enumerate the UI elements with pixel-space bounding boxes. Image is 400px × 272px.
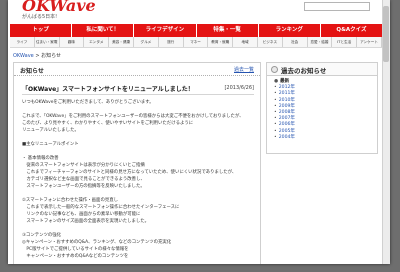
subnav-item[interactable]: ビジネス <box>258 37 283 47</box>
bullet-icon: • <box>274 97 277 103</box>
article-body: いつもOKWaveをご利用いただきまして、ありがとうございます。 これまで、「O… <box>22 99 258 260</box>
subnav-item[interactable]: グルメ <box>134 37 159 47</box>
main-nav: トップ 私に聞いて！ ライフデザイン 特集・一覧 ランキング Q&Aクイズ <box>10 24 382 37</box>
article-line <box>22 148 258 155</box>
bullet-icon: • <box>274 128 277 134</box>
breadcrumb-current: お知らせ <box>41 53 62 59</box>
bullet-icon: • <box>274 110 277 116</box>
subnav-item[interactable]: ライフ <box>10 37 35 47</box>
past-news-header: 過去のお知らせ <box>267 63 377 76</box>
news-section-header: お知らせ 過去一覧 <box>14 63 260 76</box>
site-header: OKWave がんばる5日本! <box>8 0 382 24</box>
breadcrumb: OKWave > お知らせ <box>13 52 61 59</box>
bullet-icon: • <box>274 122 277 128</box>
subnav-item[interactable]: 社会 <box>283 37 308 47</box>
news-panel: お知らせ 過去一覧 「OKWave」スマートフォンサイトをリニューアルしました！… <box>13 62 261 264</box>
subnav-item[interactable]: エンタメ <box>84 37 110 47</box>
past-news-item[interactable]: • 2004年 <box>274 135 377 141</box>
article-line: 従来のスマートフォンサイトは表示が分かりにくいとご指摘 <box>22 163 145 168</box>
article-date: [2013/6/26] <box>224 85 254 91</box>
article-line: リンクのない記事なども、画面からの素早い移動が可能に <box>22 212 141 217</box>
nav-item-quiz[interactable]: Q&Aクイズ <box>321 24 382 37</box>
article-line: ②スマートフォンに合わせた操作・画面の見直し <box>22 198 119 203</box>
subnav-item[interactable]: 美容・健康 <box>109 37 134 47</box>
browser-page: OKWave がんばる5日本! トップ 私に聞いて！ ライフデザイン 特集・一覧… <box>8 0 390 264</box>
archive-link[interactable]: 過去一覧 <box>234 66 254 73</box>
past-news-item-label: 2006年 <box>278 122 296 128</box>
past-news-item-label: 2008年 <box>278 110 296 116</box>
bullet-icon: • <box>274 85 277 91</box>
breadcrumb-home-link[interactable]: OKWave <box>13 53 34 59</box>
article-line: カテゴリ選択など主な画面で見ることができるよう改善し、 <box>22 177 145 182</box>
article-line: スマートフォンユーザーの方の指摘等を反映いたしました。 <box>22 184 145 189</box>
category-subnav: ライフ 住まい・家電 趣味 エンタメ 美容・健康 グルメ 旅行 マネー 教育・就… <box>10 37 382 48</box>
past-news-item-label: 2009年 <box>278 103 296 109</box>
article-line: これまでフィーチャーフォンのサイトと同様の見せ方になっていたため、使いにくい状況… <box>22 170 237 175</box>
article-line: PC版サイトでご提供しているサイトの様々な情報を <box>22 247 129 252</box>
subnav-item[interactable]: マネー <box>184 37 209 47</box>
article-line: ◎キャンペーン・おすすめのQ&A、ランキング、などのコンテンツの充実化 <box>22 240 172 245</box>
site-tagline: がんばる5日本! <box>22 14 58 20</box>
nav-item-top[interactable]: トップ <box>10 24 73 37</box>
past-news-item-label: 2007年 <box>278 116 296 122</box>
subnav-item[interactable]: 旅行 <box>159 37 184 47</box>
past-news-sidebar: 過去のお知らせ ● 最新 • 2012年 • 2011年 • 2010年 • 2009年 … <box>266 62 378 154</box>
subnav-item[interactable]: 趣味 <box>60 37 85 47</box>
article-line <box>22 225 258 232</box>
past-news-item-label: 最新 <box>280 79 290 84</box>
subnav-item[interactable]: 住まい・家電 <box>35 37 60 47</box>
article-line: これまで表示した一般的なスマートフォン操作に合わせたインターフェースに <box>22 205 180 210</box>
subnav-item[interactable]: アンケート <box>357 37 382 47</box>
article-line: スマートフォンのサイズ画面の全面表示を実現いたしました。 <box>22 219 150 224</box>
nav-item-lifedesign[interactable]: ライフデザイン <box>134 24 197 37</box>
bullet-icon: • <box>274 116 277 122</box>
article-line: ③コンテンツの強化 <box>22 233 62 238</box>
subnav-item[interactable]: ITと生活 <box>332 37 358 47</box>
news-section-title: お知らせ <box>20 68 44 75</box>
subnav-item[interactable]: 地域 <box>233 37 258 47</box>
article-line <box>22 134 258 141</box>
subnav-item[interactable]: 教育・就職 <box>208 37 234 47</box>
bullet-icon: • <box>274 91 277 97</box>
article-line: リニューアルいたしました。 <box>22 128 79 133</box>
subnav-item[interactable]: 恋愛・結婚 <box>308 37 333 47</box>
bullet-icon: • <box>274 134 277 140</box>
article-line: これまで、「OKWave」をご利用のスマートフォンユーザーの皆様からは大変ご不便… <box>22 114 244 119</box>
article-line: このたび、より見やすく、わかりやすく、使いやすいサイトをご利用いただけるように <box>22 121 194 126</box>
circle-icon <box>271 66 278 73</box>
past-news-item-label: 2010年 <box>278 97 296 103</box>
bullet-icon: ● <box>274 79 279 84</box>
article-line <box>22 190 258 197</box>
past-news-title: 過去のお知らせ <box>281 67 327 75</box>
nav-item-ask[interactable]: 私に聞いて！ <box>72 24 135 37</box>
article-line: ・ 基本情報の改善 <box>22 156 59 161</box>
past-news-item-label: 2005年 <box>278 128 296 134</box>
bullet-icon: • <box>274 103 277 109</box>
article-line: いつもOKWaveをご利用いただきまして、ありがとうございます。 <box>22 100 154 105</box>
article-title: 「OKWave」スマートフォンサイトをリニューアルしました！ <box>22 86 194 93</box>
past-news-item-label: 2004年 <box>278 134 296 140</box>
page-scrollbar[interactable] <box>382 0 390 264</box>
article-line <box>22 106 258 113</box>
past-news-list: ● 最新 • 2012年 • 2011年 • 2010年 • 2009年 • 2008年 •… <box>267 76 377 141</box>
past-news-item-label: 2011年 <box>278 91 296 97</box>
article-line: キャンペーン・おすすめのQ&Aなどのコンテンツを <box>22 254 129 259</box>
search-input[interactable] <box>304 2 370 11</box>
article-line: ■主なリニューアルポイント <box>22 142 79 147</box>
past-news-item-label: 2012年 <box>278 85 296 91</box>
article-header: 「OKWave」スマートフォンサイトをリニューアルしました！ [2013/6/2… <box>22 83 254 95</box>
scrollbar-thumb[interactable] <box>383 6 389 62</box>
nav-item-features[interactable]: 特集・一覧 <box>197 24 259 37</box>
nav-item-ranking[interactable]: ランキング <box>259 24 321 37</box>
